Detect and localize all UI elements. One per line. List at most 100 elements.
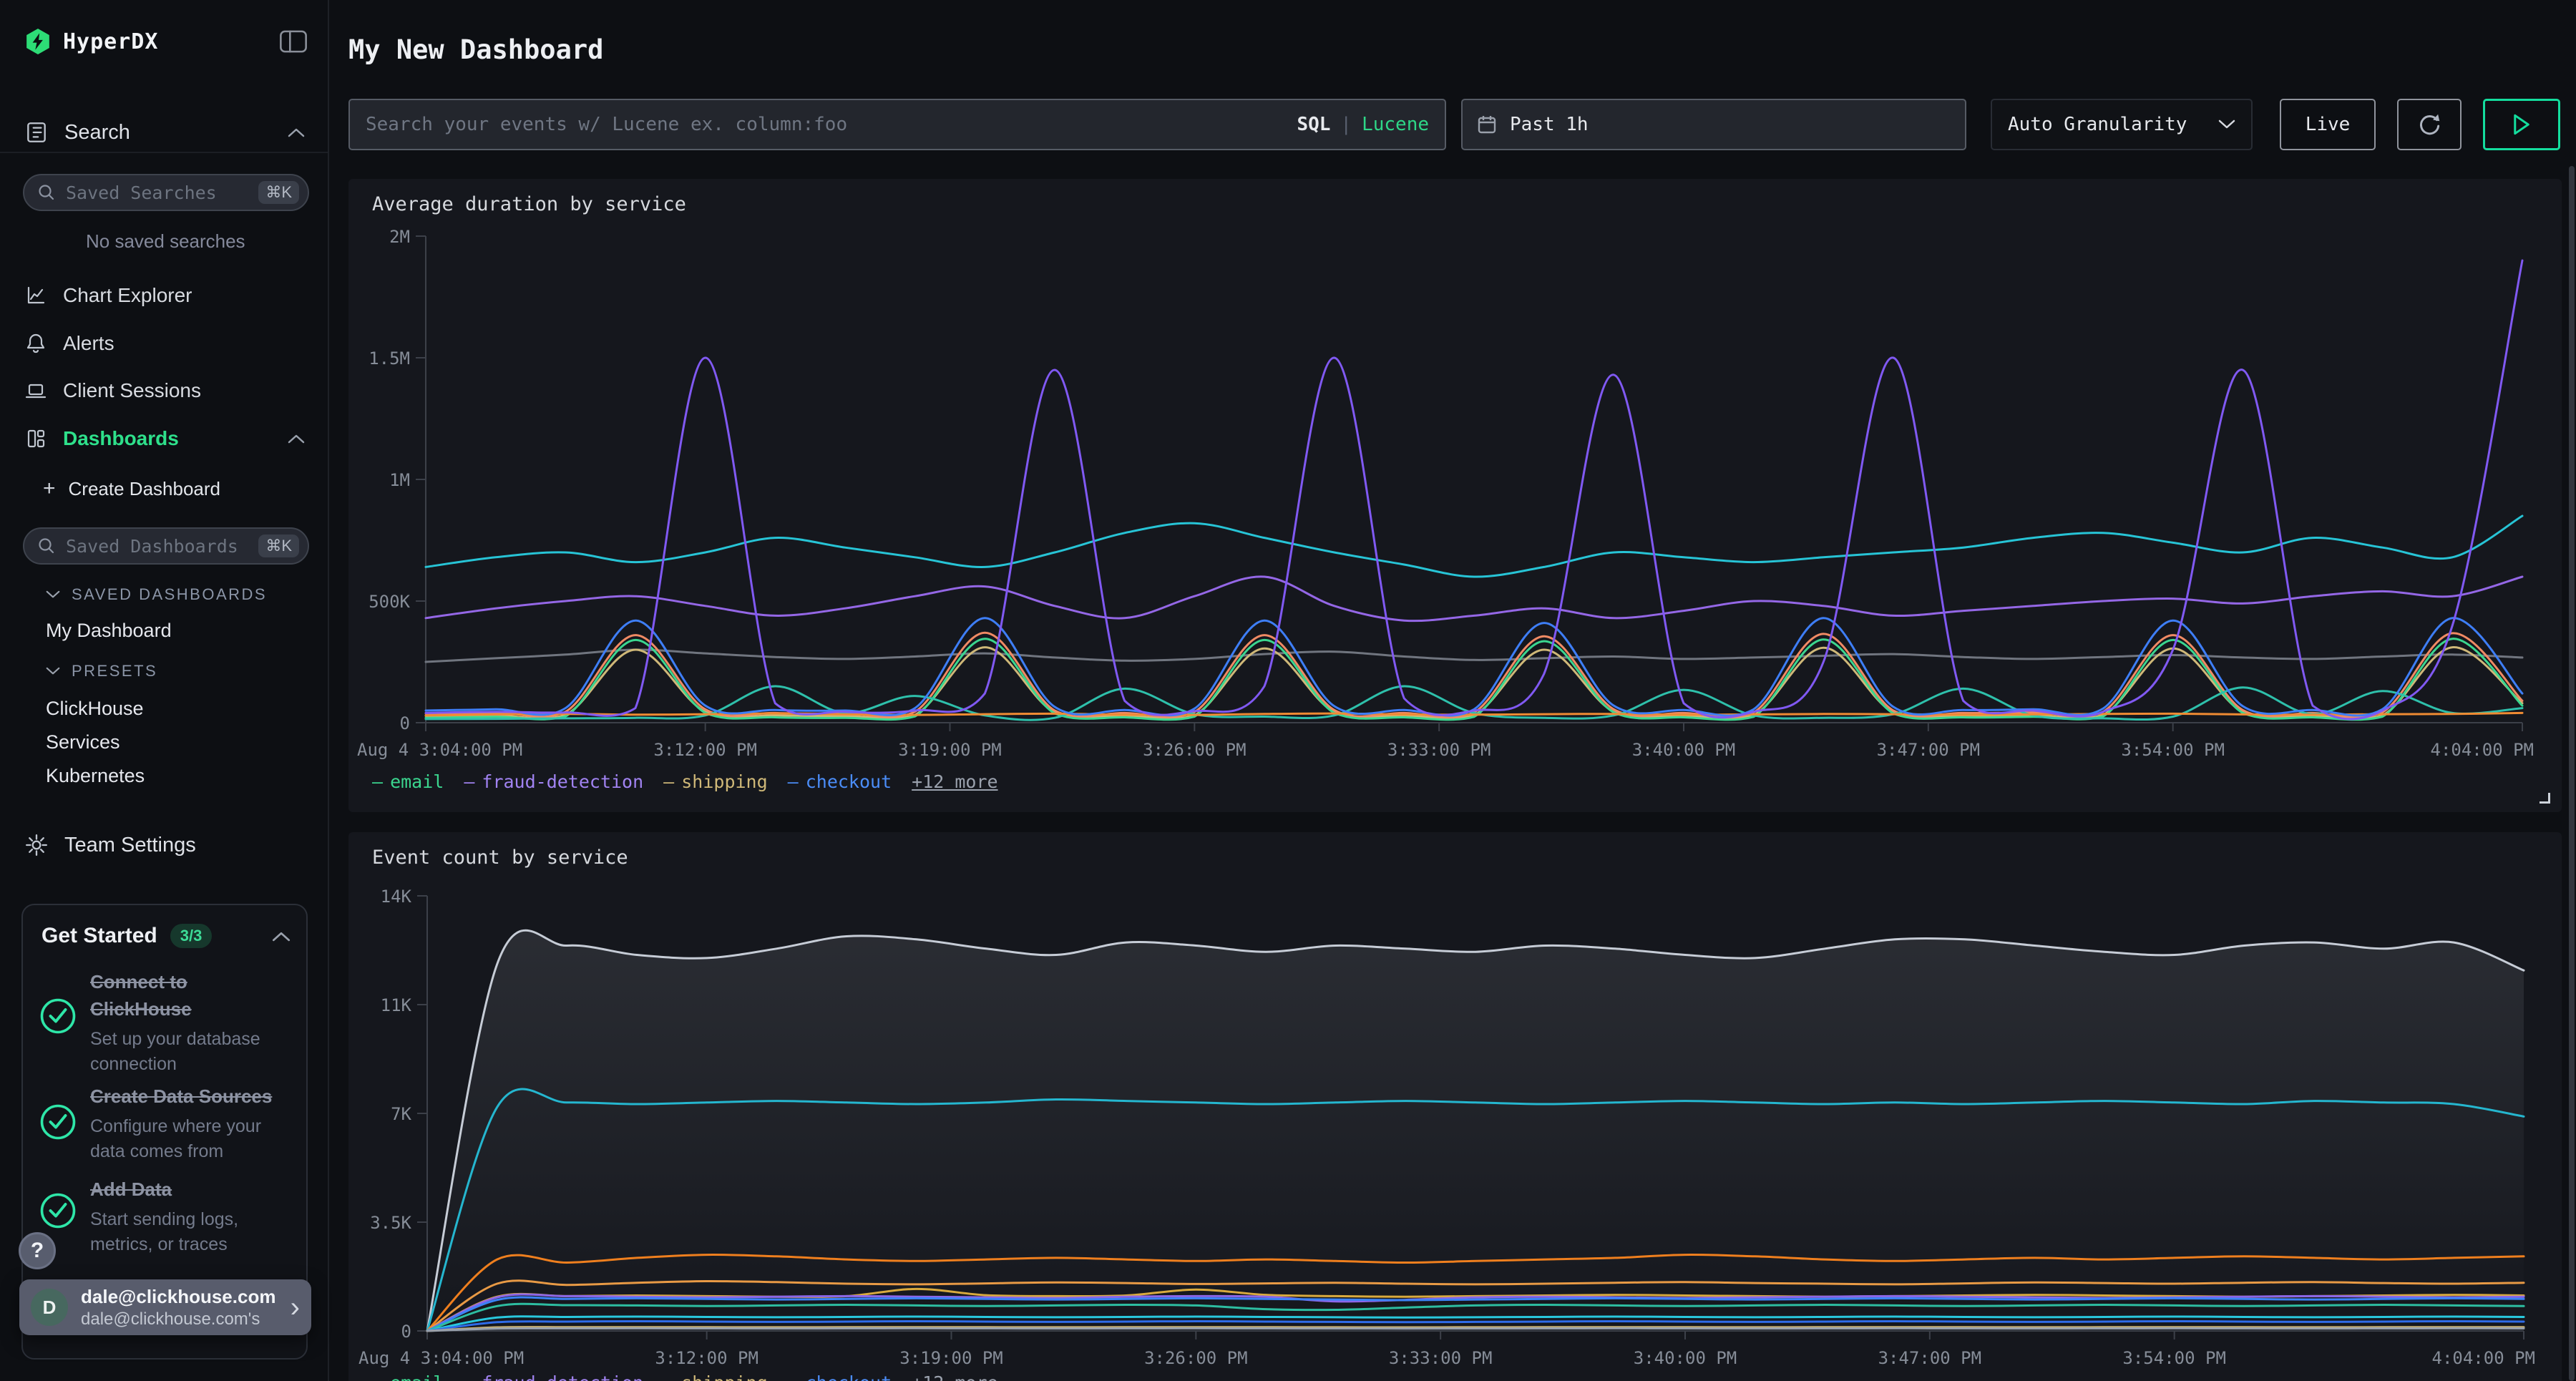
vertical-scrollbar[interactable]: [2569, 166, 2575, 1381]
legend-label: shipping: [681, 771, 767, 792]
y-axis-tick-label: 3.5K: [370, 1213, 411, 1233]
legend-item-email[interactable]: —email: [372, 1372, 444, 1381]
live-button[interactable]: Live: [2280, 99, 2376, 150]
sidebar-collapse-button[interactable]: [279, 29, 308, 58]
sidebar-item-client-sessions[interactable]: Client Sessions: [24, 373, 305, 409]
resize-handle[interactable]: [2540, 793, 2550, 804]
get-started-item[interactable]: Add Data Start sending logs, metrics, or…: [39, 1176, 289, 1257]
get-started-item-title: Connect to ClickHouse: [90, 968, 289, 1023]
refresh-icon: [2416, 111, 2443, 138]
time-range-picker[interactable]: Past 1h: [1461, 99, 1966, 150]
no-saved-searches-text: No saved searches: [86, 230, 245, 253]
chart-legend: —email—fraud-detection—shipping—checkout…: [372, 1372, 998, 1381]
legend-label: checkout: [806, 771, 892, 792]
help-button[interactable]: ?: [19, 1232, 56, 1269]
y-axis-tick-label: 11K: [381, 995, 412, 1015]
saved-searches-placeholder: Saved Searches: [66, 182, 258, 203]
sidebar-item-kubernetes[interactable]: Kubernetes: [46, 765, 145, 787]
chevron-up-icon: [288, 127, 305, 137]
y-axis-tick-label: 14K: [381, 887, 412, 907]
gear-icon: [24, 833, 49, 857]
avg-duration-chart[interactable]: 2M1.5M1M500K0Aug 4 3:04:00 PM3:12:00 PM3…: [348, 179, 2562, 812]
x-axis-tick-label: 3:12:00 PM: [655, 1348, 758, 1368]
sidebar-item-chart-explorer[interactable]: Chart Explorer: [24, 278, 305, 313]
sidebar-item-team-settings[interactable]: Team Settings: [24, 829, 305, 862]
sidebar-item-dashboards[interactable]: Dashboards: [24, 421, 305, 457]
event-count-chart[interactable]: 14K 11K 7K 3.5K 0 Aug 4 3:04:00 PM 3:12:00 PM 3…: [348, 832, 2562, 1381]
group-title: SAVED DASHBOARDS: [72, 585, 267, 604]
sidebar-item-clickhouse[interactable]: ClickHouse: [46, 698, 144, 720]
chart-panel-avg-duration: Average duration by service 2M1.5M1M500K…: [348, 179, 2562, 812]
sidebar-item-alerts[interactable]: Alerts: [24, 326, 305, 361]
sidebar-item-my-dashboard[interactable]: My Dashboard: [46, 620, 172, 642]
avatar: D: [31, 1289, 68, 1326]
user-menu[interactable]: D dale@clickhouse.com dale@clickhouse.co…: [19, 1279, 311, 1335]
sql-toggle[interactable]: SQL: [1297, 114, 1330, 135]
legend-swatch: —: [788, 771, 799, 792]
x-axis-tick-label: 3:26:00 PM: [1144, 1348, 1248, 1368]
x-axis-tick-label: 3:47:00 PM: [1877, 740, 1981, 760]
sidebar-item-services[interactable]: Services: [46, 731, 120, 753]
saved-dashboards-input[interactable]: Saved Dashboards ⌘K: [23, 527, 309, 565]
chevron-up-icon[interactable]: [272, 931, 291, 942]
create-dashboard-button[interactable]: + Create Dashboard: [43, 474, 220, 503]
legend-label: checkout: [806, 1372, 892, 1381]
legend-item-shipping[interactable]: —shipping: [663, 1372, 767, 1381]
legend-label: +12 more: [912, 1372, 997, 1381]
lucene-toggle[interactable]: Lucene: [1362, 114, 1429, 135]
y-axis-tick-label: 0: [400, 713, 410, 733]
get-started-item-desc: Configure where your data comes from: [90, 1114, 289, 1164]
series-email: [426, 639, 2522, 720]
legend-item-fraud-detection[interactable]: —fraud-detection: [464, 1372, 643, 1381]
chart-panel-event-count: Event count by service 14K11K7K3.5K0Aug …: [348, 832, 2562, 1381]
brand: HyperDX: [24, 27, 308, 56]
legend-label: fraud-detection: [482, 1372, 643, 1381]
event-search-placeholder: Search your events w/ Lucene ex. column:…: [366, 114, 1297, 135]
bell-icon: [24, 332, 47, 355]
legend-more-link[interactable]: +12 more: [912, 771, 997, 792]
series-cyan: [426, 516, 2522, 577]
event-search-input[interactable]: Search your events w/ Lucene ex. column:…: [348, 99, 1446, 150]
presets-group-header[interactable]: PRESETS: [46, 662, 157, 680]
y-axis-tick-label: 7K: [391, 1104, 411, 1124]
shortcut-badge: ⌘K: [258, 535, 299, 557]
get-started-item[interactable]: Create Data Sources Configure where your…: [39, 1083, 289, 1164]
legend-swatch: —: [663, 1372, 674, 1381]
chevron-down-icon: [2218, 119, 2235, 130]
legend-item-email[interactable]: —email: [372, 771, 444, 792]
get-started-item[interactable]: Connect to ClickHouse Set up your databa…: [39, 968, 289, 1077]
x-axis-tick-label: 3:33:00 PM: [1387, 740, 1491, 760]
chart-legend: —email —fraud-detection —shipping — checkout…: [372, 771, 998, 792]
user-email: dale@clickhouse.com: [81, 1286, 291, 1308]
legend-item-shipping[interactable]: —shipping: [663, 771, 767, 792]
search-icon: [37, 183, 56, 202]
refresh-button[interactable]: [2397, 99, 2462, 150]
app-root: HyperDX Search: [0, 0, 2576, 1381]
hyperdx-logo-icon: [24, 28, 52, 55]
x-axis-tick-label: 4:04:00 PM: [2432, 1348, 2536, 1368]
y-axis-tick-label: 1.5M: [369, 348, 410, 369]
run-query-button[interactable]: [2483, 99, 2560, 150]
get-started-item-desc: Set up your database connection: [90, 1027, 289, 1077]
saved-dashboards-group-header[interactable]: SAVED DASHBOARDS: [46, 585, 267, 604]
legend-label: fraud-detection: [482, 771, 643, 792]
laptop-icon: [24, 379, 47, 402]
granularity-select[interactable]: Auto Granularity: [1991, 99, 2253, 150]
chevron-down-icon: [46, 590, 60, 599]
legend-item-fraud-detection[interactable]: —fraud-detection: [464, 771, 643, 792]
legend-label: email: [390, 1372, 444, 1381]
brand-name: HyperDX: [63, 29, 158, 54]
legend-item-checkout[interactable]: —checkout: [788, 1372, 892, 1381]
legend-item-checkout[interactable]: — checkout: [788, 771, 892, 792]
saved-searches-input[interactable]: Saved Searches ⌘K: [23, 174, 309, 211]
sidebar-section-search-label: Search: [64, 121, 288, 145]
x-axis-tick-label: Aug 4 3:04:00 PM: [358, 1348, 524, 1368]
x-axis-tick-label: 3:12:00 PM: [653, 740, 757, 760]
sidebar-section-search[interactable]: Search: [24, 116, 305, 149]
legend-label: +12 more: [912, 771, 997, 792]
y-axis-tick-label: 1M: [389, 470, 410, 490]
x-axis-tick-label: 3:33:00 PM: [1389, 1348, 1492, 1368]
legend-more-link[interactable]: +12 more: [912, 1372, 997, 1381]
y-axis-tick-label: 0: [401, 1322, 411, 1342]
divider: [0, 152, 328, 153]
